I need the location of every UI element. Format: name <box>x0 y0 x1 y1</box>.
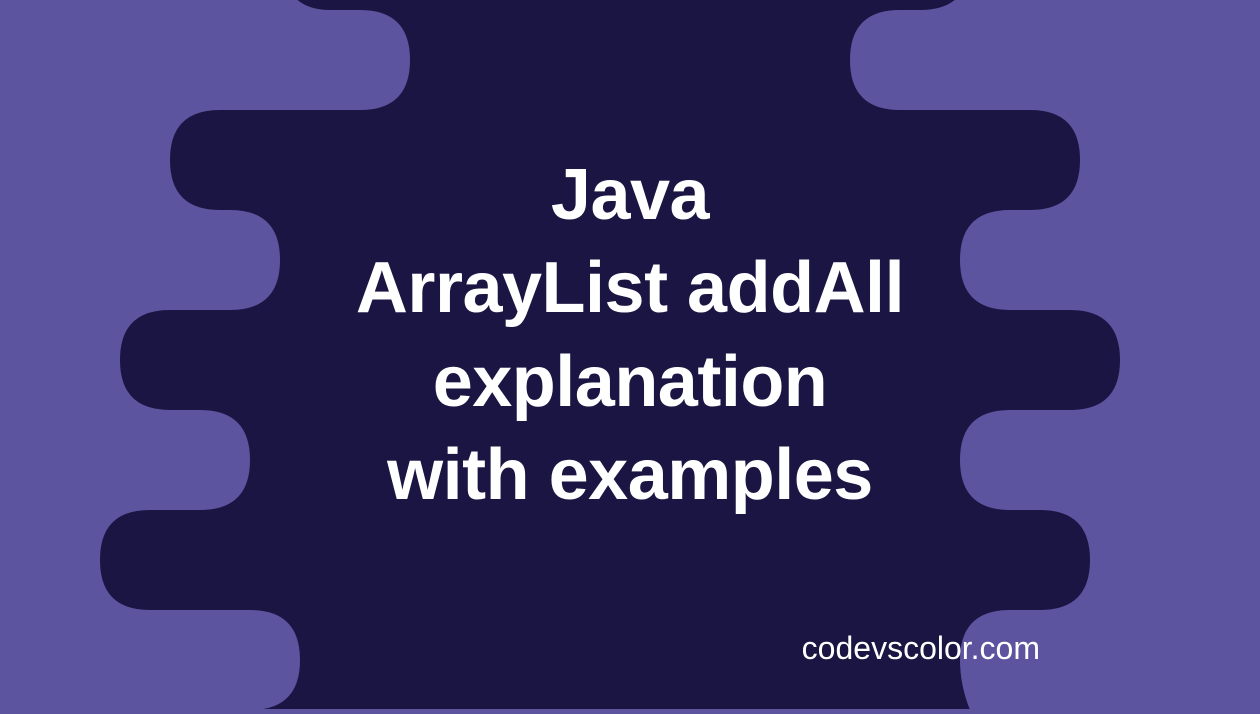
title-container: Java ArrayList addAll explanation with e… <box>356 149 904 523</box>
title-line-4: with examples <box>356 429 904 523</box>
watermark-text: codevscolor.com <box>802 630 1040 667</box>
title-line-3: explanation <box>356 336 904 430</box>
title-line-2: ArrayList addAll <box>356 242 904 336</box>
title-line-1: Java <box>356 149 904 243</box>
